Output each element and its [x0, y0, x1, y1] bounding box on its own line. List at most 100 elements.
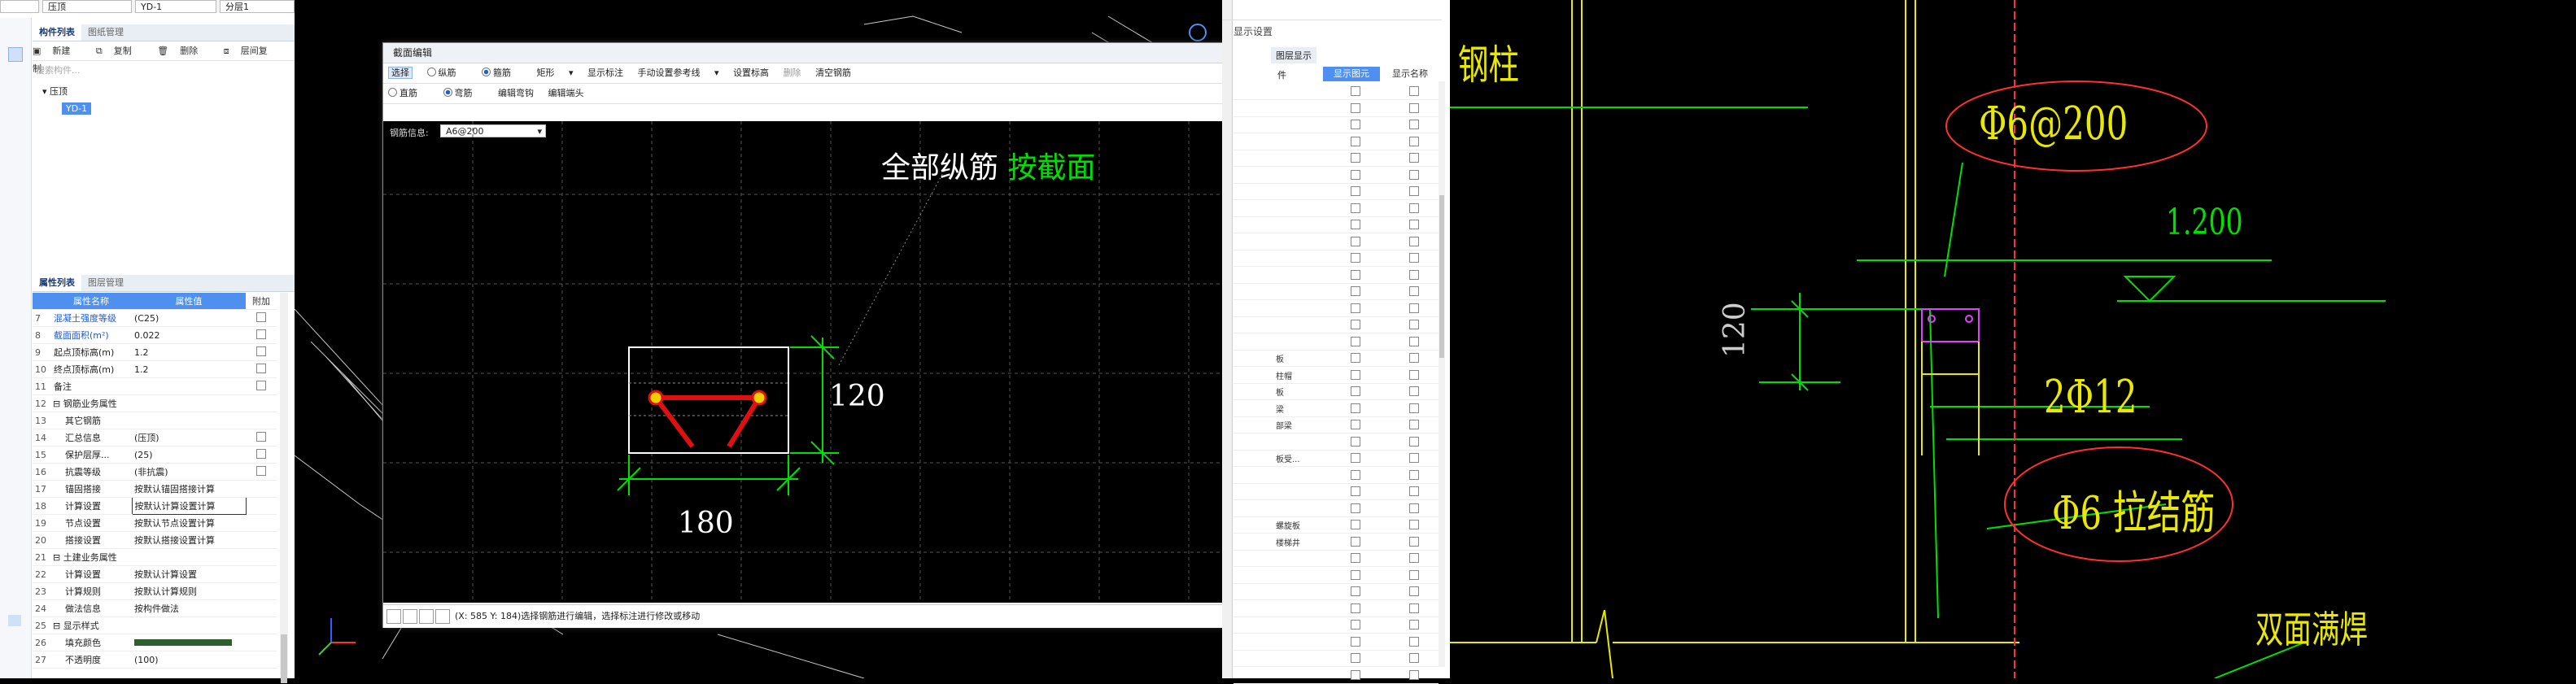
radio-straight[interactable]: 直筋 — [388, 88, 429, 98]
show-element-checkbox[interactable] — [1351, 169, 1360, 180]
show-name-checkbox[interactable] — [1409, 603, 1419, 613]
show-element-checkbox[interactable] — [1351, 403, 1360, 413]
show-name-checkbox[interactable] — [1409, 620, 1419, 630]
clear-rebar-button[interactable]: 清空钢筋 — [815, 68, 851, 78]
show-element-checkbox[interactable] — [1351, 236, 1360, 246]
layer-row[interactable]: 部梁 — [1233, 416, 1439, 433]
layer-row[interactable] — [1233, 267, 1439, 284]
property-row[interactable]: 11 备注 — [33, 377, 277, 395]
section-canvas[interactable]: 钢筋信息: A6@200 ▾ 全部纵筋 按截面 120 180 — [383, 121, 1295, 603]
layer-row[interactable] — [1233, 667, 1439, 684]
dimension-width-label[interactable]: 180 — [678, 507, 734, 540]
layer-row[interactable] — [1233, 333, 1439, 351]
dimension-height-label[interactable]: 120 — [829, 380, 885, 413]
property-row[interactable]: 8 截面面积(m²) 0.022 — [33, 326, 277, 344]
show-element-checkbox[interactable] — [1351, 253, 1360, 263]
show-element-checkbox[interactable] — [1351, 369, 1360, 380]
copy-button[interactable]: ⧉ 复制 — [96, 46, 143, 56]
show-name-checkbox[interactable] — [1409, 403, 1419, 413]
property-value[interactable]: 按默认计算设置计算 — [131, 497, 247, 515]
show-element-checkbox[interactable] — [1351, 269, 1360, 280]
layer-row[interactable]: 螺旋板 — [1233, 516, 1439, 534]
show-element-checkbox[interactable] — [1351, 153, 1360, 163]
radio-stirrup[interactable]: 箍筋 — [482, 68, 522, 78]
property-value[interactable] — [132, 634, 246, 651]
show-element-checkbox[interactable] — [1351, 120, 1360, 129]
longitudinal-rebar[interactable] — [648, 390, 664, 406]
show-name-checkbox[interactable] — [1409, 386, 1419, 396]
layer-row[interactable] — [1233, 250, 1439, 267]
layer-row[interactable] — [1233, 600, 1439, 617]
show-name-checkbox[interactable] — [1409, 153, 1419, 163]
property-value[interactable]: (非抗震) — [132, 463, 246, 481]
property-row[interactable]: 10 终点顶标高(m) 1.2 — [33, 360, 277, 378]
show-element-checkbox[interactable] — [1351, 520, 1360, 529]
show-element-checkbox[interactable] — [1351, 469, 1360, 480]
tab-component-list[interactable]: 构件列表 — [33, 24, 81, 41]
layer-row[interactable] — [1233, 550, 1439, 567]
layer-row[interactable] — [1233, 150, 1439, 167]
show-element-checkbox[interactable] — [1351, 353, 1360, 363]
layer-row[interactable]: 柱帽 — [1233, 367, 1439, 384]
layer-row[interactable] — [1233, 116, 1439, 133]
layer-row[interactable] — [1233, 133, 1439, 150]
property-value[interactable] — [132, 616, 246, 634]
radio-longitudinal[interactable]: 纵筋 — [426, 68, 468, 78]
show-element-checkbox[interactable] — [1351, 336, 1360, 346]
show-name-checkbox[interactable] — [1409, 536, 1419, 547]
show-element-checkbox[interactable] — [1351, 386, 1360, 396]
property-value[interactable] — [132, 377, 246, 395]
show-name-checkbox[interactable] — [1409, 86, 1419, 96]
show-name-checkbox[interactable] — [1409, 320, 1419, 329]
edit-end-button[interactable]: 编辑端头 — [548, 88, 584, 98]
tab-layer-display[interactable]: 图层显示 — [1271, 47, 1316, 63]
panel-scrollbar[interactable] — [1222, 0, 1233, 678]
property-row[interactable]: 12 ⊟ 钢筋业务属性 — [33, 394, 277, 412]
show-name-checkbox[interactable] — [1409, 236, 1419, 246]
checkbox[interactable] — [256, 346, 266, 356]
rectangle-dropdown[interactable]: 矩形 ▾ — [537, 68, 574, 78]
property-row[interactable]: 7 混凝土强度等级 (C25) — [33, 309, 277, 327]
stirrup-rebar[interactable] — [653, 395, 762, 448]
show-element-checkbox[interactable] — [1351, 420, 1360, 429]
property-value[interactable]: 1.2 — [132, 360, 246, 378]
radio-bent[interactable]: 弯筋 — [443, 88, 484, 98]
show-name-checkbox[interactable] — [1409, 269, 1419, 280]
property-value[interactable]: (C25) — [132, 309, 246, 327]
layer-row[interactable] — [1233, 467, 1439, 484]
show-name-checkbox[interactable] — [1409, 169, 1419, 180]
show-name-checkbox[interactable] — [1409, 553, 1419, 563]
set-elevation-button[interactable]: 设置标高 — [733, 68, 769, 78]
property-value[interactable]: 0.022 — [132, 326, 246, 344]
property-row[interactable]: 20 搭接设置 按默认搭接设置计算 — [33, 531, 277, 549]
layer-row[interactable] — [1233, 216, 1439, 233]
layer-row[interactable] — [1233, 233, 1439, 251]
show-element-checkbox[interactable] — [1351, 503, 1360, 513]
reference-line-dropdown[interactable]: 手动设置参考线 ▾ — [638, 68, 719, 78]
show-name-checkbox[interactable] — [1409, 286, 1419, 296]
property-row[interactable]: 13 其它钢筋 — [33, 412, 277, 429]
show-name-checkbox[interactable] — [1409, 369, 1419, 380]
show-name-checkbox[interactable] — [1409, 469, 1419, 480]
property-row[interactable]: 15 保护层厚... (25) — [33, 446, 277, 464]
longitudinal-rebar[interactable] — [751, 390, 767, 406]
show-element-checkbox[interactable] — [1351, 486, 1360, 496]
show-element-checkbox[interactable] — [1351, 536, 1360, 547]
layer-row[interactable]: 梁 — [1233, 400, 1439, 417]
edit-hook-button[interactable]: 编辑弯钩 — [498, 88, 534, 98]
select-button[interactable]: 选择 — [388, 67, 413, 79]
show-element-checkbox[interactable] — [1351, 203, 1360, 213]
show-element-checkbox[interactable] — [1351, 653, 1360, 663]
collapse-icon[interactable]: ⊟ — [53, 399, 63, 409]
property-value[interactable]: 按默认节点设置计算 — [132, 514, 246, 532]
layer-row[interactable] — [1233, 483, 1439, 500]
layer-row[interactable]: 板受... — [1233, 450, 1439, 467]
grid-icon[interactable] — [8, 47, 23, 62]
property-row[interactable]: 26 填充颜色 — [33, 634, 277, 651]
tab-layer-manage[interactable]: 图层管理 — [81, 275, 130, 291]
tab-drawing-manage[interactable]: 图纸管理 — [81, 24, 130, 41]
property-value[interactable]: (压顶) — [132, 429, 246, 447]
layer-row[interactable] — [1233, 300, 1439, 317]
layer-row[interactable] — [1233, 433, 1439, 451]
component-type-dropdown[interactable]: 压顶 — [42, 0, 132, 13]
